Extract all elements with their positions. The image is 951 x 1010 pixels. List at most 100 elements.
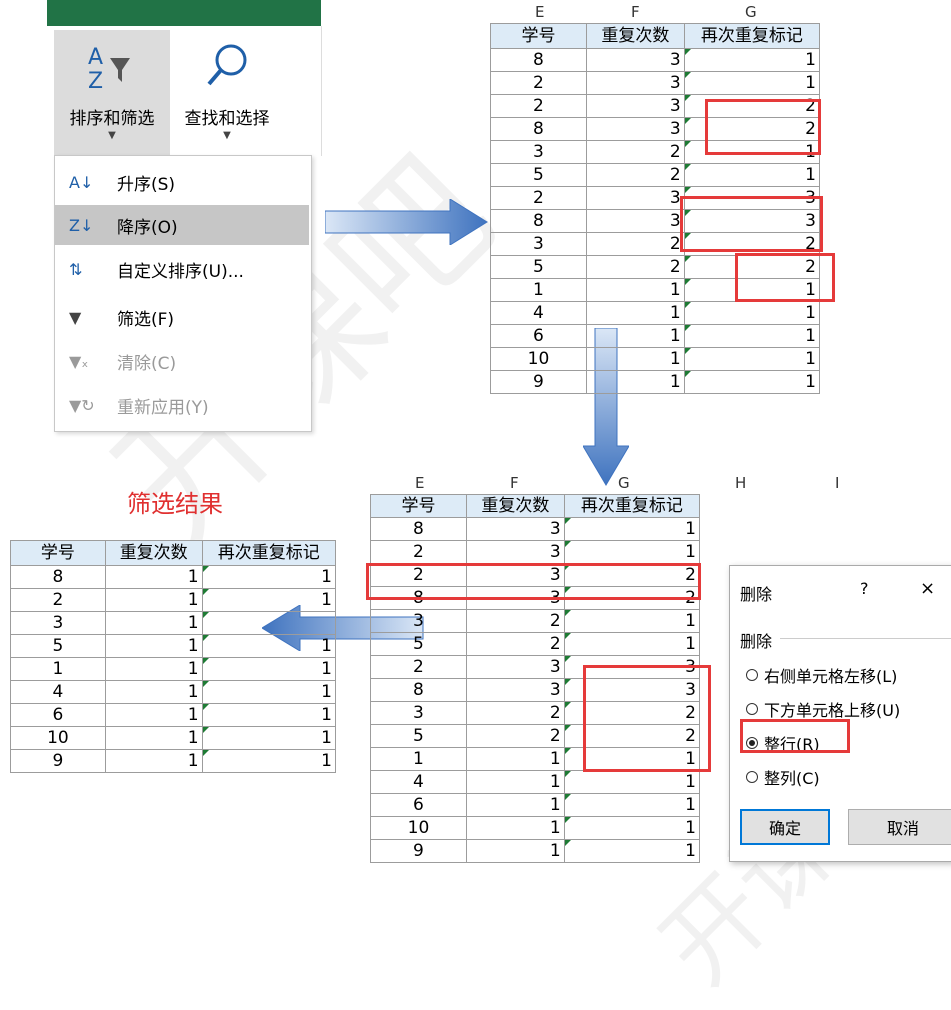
- table-cell[interactable]: 1: [104, 611, 203, 635]
- table-cell[interactable]: 1: [465, 839, 565, 863]
- menu-item-clear[interactable]: ▼ₓ 清除(C): [55, 341, 309, 381]
- table-cell[interactable]: 10: [370, 816, 467, 840]
- table-cell[interactable]: 1: [370, 747, 467, 771]
- table-cell[interactable]: 1: [585, 347, 685, 371]
- table-cell[interactable]: 1: [563, 770, 701, 794]
- table-cell[interactable]: 1: [585, 278, 685, 302]
- table-cell[interactable]: 8: [490, 209, 587, 233]
- table-cell[interactable]: 3: [585, 117, 685, 141]
- table-cell[interactable]: 6: [10, 703, 106, 727]
- table-cell[interactable]: 3: [465, 678, 565, 702]
- table-cell[interactable]: 3: [465, 517, 565, 541]
- column-header[interactable]: 再次重复标记: [683, 23, 821, 49]
- column-header[interactable]: 重复次数: [104, 540, 203, 566]
- cancel-button[interactable]: 取消: [848, 809, 951, 845]
- column-header[interactable]: 重复次数: [465, 494, 565, 518]
- table-cell[interactable]: 1: [563, 540, 701, 564]
- table-cell[interactable]: 2: [490, 186, 587, 210]
- table-cell[interactable]: 1: [563, 632, 701, 656]
- table-cell[interactable]: 3: [585, 48, 685, 72]
- option-shift-left[interactable]: 右侧单元格左移(L): [746, 663, 897, 687]
- table-cell[interactable]: 10: [10, 726, 106, 750]
- radio-icon[interactable]: [746, 771, 758, 783]
- table-cell[interactable]: 9: [370, 839, 467, 863]
- table-cell[interactable]: 1: [563, 816, 701, 840]
- table-cell[interactable]: 5: [370, 724, 467, 748]
- table-cell[interactable]: 1: [10, 657, 106, 681]
- table-cell[interactable]: 2: [10, 588, 106, 612]
- table-cell[interactable]: 2: [370, 655, 467, 679]
- find-select-button[interactable]: 查找和选择 ▼: [172, 30, 282, 155]
- menu-item-custom-sort[interactable]: ⇅ 自定义排序(U)...: [55, 249, 309, 289]
- table-cell[interactable]: 3: [370, 701, 467, 725]
- table-cell[interactable]: 1: [563, 517, 701, 541]
- table-cell[interactable]: 1: [683, 370, 821, 394]
- close-icon[interactable]: ×: [920, 578, 935, 599]
- table-cell[interactable]: 1: [465, 747, 565, 771]
- table-cell[interactable]: 4: [10, 680, 106, 704]
- table-cell[interactable]: 2: [465, 701, 565, 725]
- table-cell[interactable]: 1: [201, 749, 337, 773]
- menu-item-sort-asc[interactable]: A↓ 升序(S): [55, 162, 309, 202]
- table-cell[interactable]: 3: [585, 71, 685, 95]
- table-cell[interactable]: 3: [585, 94, 685, 118]
- table-cell[interactable]: 1: [465, 816, 565, 840]
- table-cell[interactable]: 3: [585, 209, 685, 233]
- table-cell[interactable]: 1: [201, 726, 337, 750]
- menu-item-sort-desc[interactable]: Z↓ 降序(O): [55, 205, 309, 245]
- table-cell[interactable]: 1: [563, 609, 701, 633]
- table-cell[interactable]: 3: [370, 609, 467, 633]
- menu-item-reapply[interactable]: ▼↻ 重新应用(Y): [55, 385, 309, 425]
- table-cell[interactable]: 2: [490, 71, 587, 95]
- table-cell[interactable]: 1: [201, 680, 337, 704]
- column-header[interactable]: 重复次数: [585, 23, 685, 49]
- table-cell[interactable]: 2: [370, 540, 467, 564]
- radio-icon[interactable]: [746, 703, 758, 715]
- option-shift-up[interactable]: 下方单元格上移(U): [746, 697, 900, 721]
- table-cell[interactable]: 3: [465, 655, 565, 679]
- table-cell[interactable]: 1: [585, 324, 685, 348]
- help-icon[interactable]: ?: [860, 579, 869, 598]
- table-cell[interactable]: 1: [201, 588, 337, 612]
- table-cell[interactable]: 1: [201, 657, 337, 681]
- table-cell[interactable]: 2: [465, 609, 565, 633]
- table-cell[interactable]: 4: [370, 770, 467, 794]
- table-cell[interactable]: 1: [563, 793, 701, 817]
- table-cell[interactable]: 5: [490, 255, 587, 279]
- table-cell[interactable]: 6: [370, 793, 467, 817]
- table-cell[interactable]: 3: [465, 540, 565, 564]
- table-cell[interactable]: 3: [490, 140, 587, 164]
- table-cell[interactable]: 1: [683, 347, 821, 371]
- column-header[interactable]: 学号: [490, 23, 587, 49]
- table-cell[interactable]: 2: [585, 232, 685, 256]
- table-cell[interactable]: 1: [104, 657, 203, 681]
- table-cell[interactable]: 2: [585, 163, 685, 187]
- column-header[interactable]: 再次重复标记: [201, 540, 337, 566]
- table-cell[interactable]: 6: [490, 324, 587, 348]
- table-cell[interactable]: 1: [585, 301, 685, 325]
- table-cell[interactable]: 2: [490, 94, 587, 118]
- table-cell[interactable]: 5: [10, 634, 106, 658]
- table-cell[interactable]: 1: [683, 301, 821, 325]
- table-cell[interactable]: 1: [683, 163, 821, 187]
- column-header[interactable]: 学号: [10, 540, 106, 566]
- table-cell[interactable]: [201, 611, 337, 635]
- table-cell[interactable]: 8: [370, 678, 467, 702]
- table-cell[interactable]: 8: [490, 117, 587, 141]
- table-cell[interactable]: 1: [104, 588, 203, 612]
- table-cell[interactable]: 5: [370, 632, 467, 656]
- table-cell[interactable]: 1: [201, 703, 337, 727]
- table-cell[interactable]: 1: [490, 278, 587, 302]
- table-cell[interactable]: 5: [490, 163, 587, 187]
- table-cell[interactable]: 1: [563, 839, 701, 863]
- table-cell[interactable]: 1: [683, 71, 821, 95]
- menu-item-filter[interactable]: ▼ 筛选(F): [55, 297, 309, 337]
- table-cell[interactable]: 2: [585, 255, 685, 279]
- table-cell[interactable]: 1: [683, 48, 821, 72]
- table-cell[interactable]: 2: [585, 140, 685, 164]
- table-cell[interactable]: 2: [465, 724, 565, 748]
- table-cell[interactable]: 1: [104, 680, 203, 704]
- option-entire-column[interactable]: 整列(C): [746, 765, 820, 789]
- table-cell[interactable]: 3: [585, 186, 685, 210]
- table-cell[interactable]: 1: [104, 703, 203, 727]
